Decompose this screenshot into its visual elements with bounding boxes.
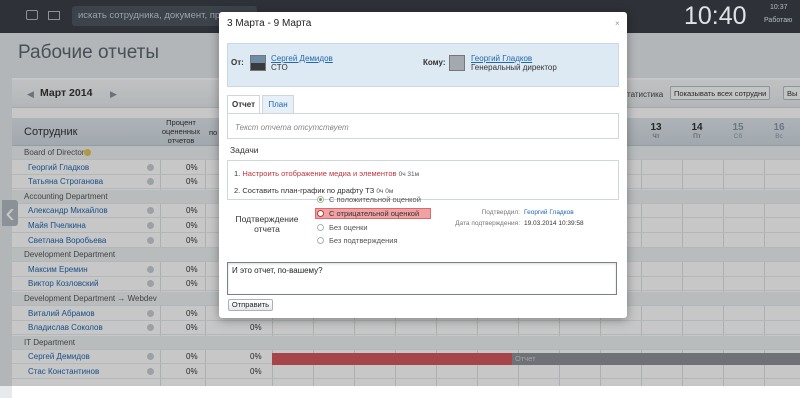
clock: 10:40 — [684, 2, 747, 30]
to-label: Кому: — [423, 58, 446, 67]
avatar[interactable] — [250, 55, 266, 71]
confirm-date: 19.03.2014 10:39:58 — [524, 220, 584, 227]
task-item: 2. Составить план-график по драфту ТЗ 0ч… — [234, 186, 394, 195]
confirmed-by-link[interactable]: Георгий Гладков — [524, 209, 574, 216]
tab-plan[interactable]: План — [262, 95, 294, 113]
comment-input[interactable]: И это отчет, по-вашему? — [227, 262, 617, 295]
radio-negative[interactable] — [317, 210, 324, 217]
to-role: Генеральный директор — [471, 63, 557, 72]
clock-small: 10:37 — [770, 4, 788, 11]
report-text: Текст отчета отсутствует — [227, 113, 619, 139]
option-label[interactable]: С положительной оценкой — [329, 195, 421, 204]
confirmed-by-label: Подтвердил: — [481, 209, 520, 216]
tab-report[interactable]: Отчет — [227, 95, 260, 113]
radio-none[interactable] — [317, 224, 324, 231]
from-label: От: — [231, 58, 244, 67]
send-button[interactable]: Отправить — [228, 299, 273, 311]
task-item: 1. Настроить отображение медиа и элемент… — [234, 169, 420, 178]
confirm-date-label: Дата подтверждения: — [455, 220, 520, 227]
mail-icon[interactable] — [48, 11, 60, 20]
option-label[interactable]: Без оценки — [329, 223, 368, 232]
work-status[interactable]: Работаю — [764, 17, 792, 24]
option-label[interactable]: С отрицательной оценкой — [329, 209, 419, 218]
option-label[interactable]: Без подтверждения — [329, 236, 398, 245]
radio-positive[interactable] — [317, 196, 324, 203]
window-icon[interactable] — [26, 10, 38, 20]
from-name-link[interactable]: Сергей Демидов — [271, 54, 333, 63]
to-name-link[interactable]: Георгий Гладков — [471, 54, 532, 63]
from-role: CTO — [271, 63, 288, 72]
task-link[interactable]: Настроить отображение медиа и элементов — [242, 169, 396, 178]
confirm-label: Подтверждение отчета — [235, 214, 299, 234]
report-dialog: 3 Марта - 9 Марта × От: Сергей Демидов C… — [219, 12, 627, 318]
close-icon[interactable]: × — [615, 19, 620, 28]
dialog-title: 3 Марта - 9 Марта — [227, 18, 312, 29]
radio-unconfirmed[interactable] — [317, 237, 324, 244]
avatar[interactable] — [449, 55, 465, 71]
tasks-header: Задачи — [230, 145, 259, 155]
